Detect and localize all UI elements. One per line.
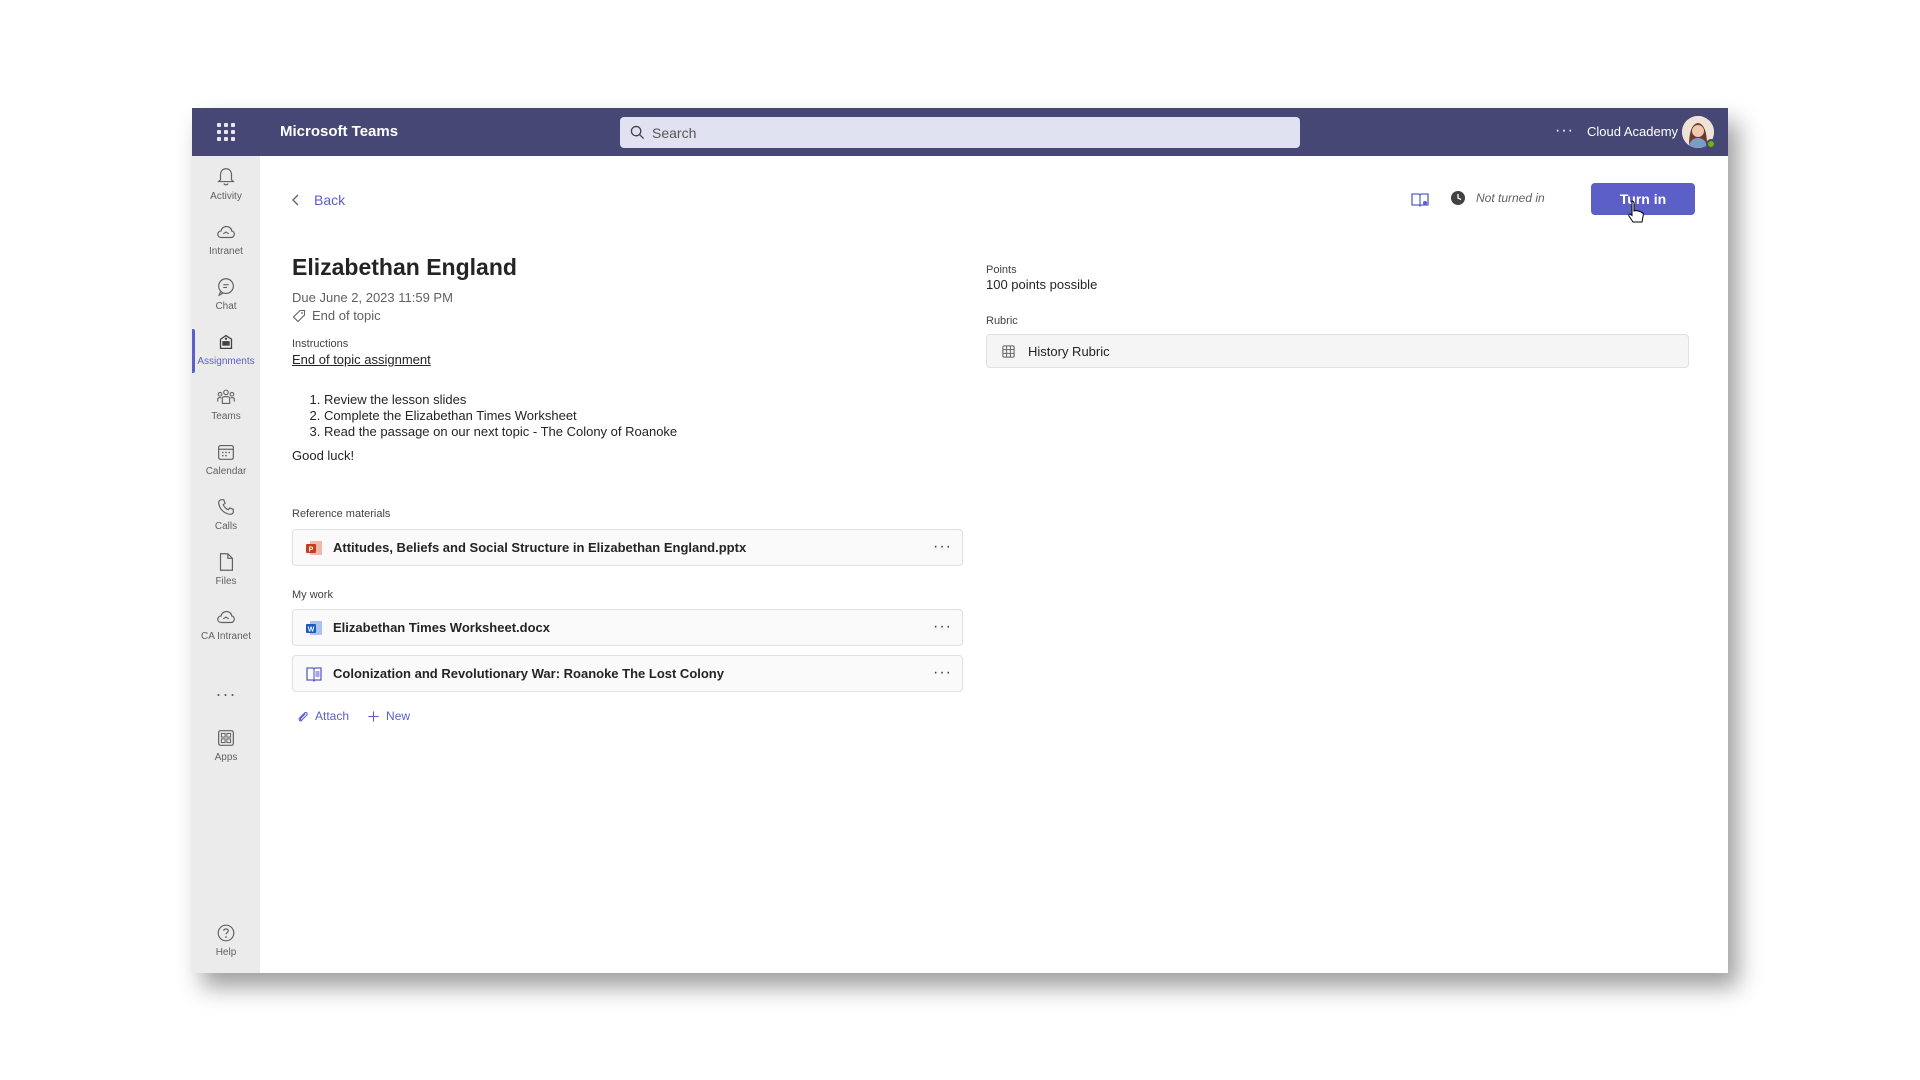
calendar-icon [218, 444, 234, 460]
settings-more-icon[interactable]: ··· [1555, 122, 1574, 140]
file-more-icon[interactable]: ··· [933, 538, 952, 556]
rail-item-ca-intranet[interactable]: CA Intranet [192, 598, 260, 650]
rail-item-label: Help [215, 947, 237, 958]
rubric-label: Rubric [986, 315, 1018, 327]
my-work-label: My work [292, 589, 333, 601]
cloud-icon [217, 610, 235, 624]
rail-item-label: Calendar [205, 466, 247, 477]
word-icon: W [306, 620, 322, 635]
rail-item-help[interactable]: Help [192, 914, 260, 966]
chat-icon [217, 278, 234, 297]
plus-icon [368, 710, 379, 722]
list-item: Read the passage on our next topic - The… [324, 424, 677, 440]
tag-label: End of topic [312, 308, 381, 323]
assignment-title: Elizabethan England [292, 254, 517, 280]
chevron-left-icon [292, 194, 299, 206]
new-label: New [386, 709, 411, 723]
search-icon [630, 125, 645, 140]
rail-item-label: Calls [214, 521, 238, 532]
rail-item-label: Activity [210, 191, 242, 202]
rail-item-label: Intranet [209, 246, 243, 257]
points-value: 100 points possible [986, 277, 1098, 292]
reference-file-card[interactable]: P Attitudes, Beliefs and Social Structur… [292, 529, 963, 566]
powerpoint-icon: P [306, 540, 322, 555]
rail-item-label: Apps [214, 752, 238, 763]
rail-item-label: Teams [211, 411, 241, 422]
status-text: Not turned in [1476, 191, 1545, 205]
reading-icon [306, 666, 322, 682]
more-apps-icon[interactable]: ··· [192, 684, 260, 705]
instructions-link[interactable]: End of topic assignment [292, 352, 431, 367]
cloud-icon [217, 225, 235, 239]
rubric-name: History Rubric [1028, 343, 1110, 359]
rail-item-calendar[interactable]: Calendar [192, 433, 260, 485]
assignment-detail: Back Not turned in Turn in Elizabethan E… [260, 156, 1728, 973]
rail-item-label: Assignments [197, 356, 255, 367]
list-item: Complete the Elizabethan Times Worksheet [324, 408, 677, 424]
org-name[interactable]: Cloud Academy [1587, 124, 1678, 139]
attach-button[interactable]: Attach [296, 709, 349, 723]
file-more-icon[interactable]: ··· [933, 618, 952, 636]
rail-item-teams[interactable]: Teams [192, 378, 260, 430]
instructions-label: Instructions [292, 338, 349, 350]
my-work-file-card[interactable]: Colonization and Revolutionary War: Roan… [292, 655, 963, 692]
file-name: Elizabethan Times Worksheet.docx [333, 620, 550, 635]
mouse-cursor-icon [1628, 200, 1644, 223]
paperclip-icon [298, 711, 308, 721]
due-date: Due June 2, 2023 11:59 PM [292, 290, 453, 305]
new-button[interactable]: New [367, 709, 410, 723]
rail-item-files[interactable]: Files [192, 543, 260, 595]
rail-item-chat[interactable]: Chat [192, 268, 260, 320]
closing-text: Good luck! [292, 448, 355, 463]
search-input[interactable] [652, 124, 1252, 141]
presence-available-icon [1706, 139, 1716, 149]
rail-item-label: Files [215, 576, 237, 587]
rail-item-activity[interactable]: Activity [192, 158, 260, 210]
rail-item-intranet[interactable]: Intranet [192, 213, 260, 265]
svg-text:P: P [309, 546, 314, 553]
assignment-tag: End of topic [292, 308, 381, 323]
file-more-icon[interactable]: ··· [933, 664, 952, 682]
help-icon [217, 924, 235, 942]
work-actions: Attach New [296, 709, 428, 723]
my-work-file-card[interactable]: W Elizabethan Times Worksheet.docx ··· [292, 609, 963, 646]
rail-item-label: CA Intranet [200, 631, 252, 642]
back-label: Back [314, 192, 346, 208]
assignments-icon [219, 334, 233, 350]
phone-icon [218, 499, 234, 515]
reference-materials-label: Reference materials [292, 508, 391, 520]
rail-item-label: Chat [215, 301, 237, 312]
app-launcher-icon[interactable] [217, 123, 235, 141]
back-button[interactable]: Back [290, 192, 345, 208]
teams-window: Microsoft Teams ··· Cloud Academy Activi… [192, 108, 1728, 973]
points-label: Points [986, 264, 1017, 276]
instructions-list: Review the lesson slides Complete the El… [324, 392, 677, 440]
bell-icon [217, 168, 235, 186]
submission-status: Not turned in [1450, 190, 1545, 206]
rail-item-assignments[interactable]: Assignments [192, 323, 260, 375]
grid-icon [1002, 344, 1015, 358]
rubric-card[interactable]: History Rubric [986, 334, 1689, 368]
search-box[interactable] [620, 117, 1300, 148]
file-icon [219, 553, 234, 571]
app-rail: Activity Intranet Chat Assignments Teams… [192, 156, 260, 973]
file-name: Attitudes, Beliefs and Social Structure … [333, 540, 747, 555]
file-name: Colonization and Revolutionary War: Roan… [333, 666, 724, 681]
tag-icon [292, 309, 306, 322]
rail-item-calls[interactable]: Calls [192, 488, 260, 540]
attach-label: Attach [315, 709, 350, 723]
svg-text:W: W [308, 626, 315, 633]
immersive-reader-icon[interactable] [1410, 190, 1430, 210]
top-bar: Microsoft Teams ··· Cloud Academy [192, 108, 1728, 156]
clock-icon [1451, 191, 1465, 205]
teams-icon [217, 389, 235, 404]
list-item: Review the lesson slides [324, 392, 677, 408]
rail-item-apps[interactable]: Apps [192, 719, 260, 771]
app-title: Microsoft Teams [280, 123, 399, 140]
apps-icon [218, 730, 234, 746]
